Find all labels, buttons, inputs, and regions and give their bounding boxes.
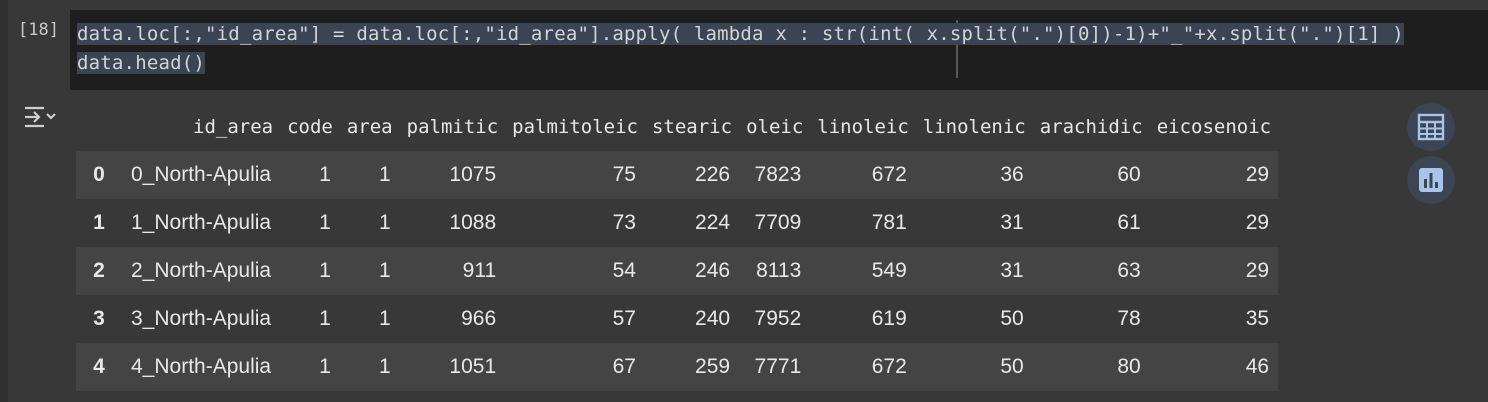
- column-header: palmitoleic: [512, 116, 638, 138]
- table-cell: 73: [505, 199, 645, 247]
- table-cell: 224: [644, 199, 740, 247]
- table-cell: 240: [644, 295, 740, 343]
- table-cell: 29: [1149, 151, 1279, 199]
- table-cell: 50: [915, 295, 1033, 343]
- table-cell: 7771: [739, 343, 811, 391]
- table-row: 4 4_North-Apulia 1 1 1051 67 259 7771 67…: [76, 343, 1279, 391]
- dataframe-table: id_area code area palmitic palmitoleic s…: [76, 103, 1279, 391]
- table-cell: 1051: [399, 343, 506, 391]
- table-cell: 672: [810, 151, 916, 199]
- table-cell: 7823: [739, 151, 811, 199]
- suggest-charts-button[interactable]: [1407, 156, 1455, 204]
- table-cell: 619: [810, 295, 916, 343]
- table-cell: 1_North-Apulia: [122, 199, 281, 247]
- table-cell: 63: [1032, 247, 1150, 295]
- table-cell: 54: [505, 247, 645, 295]
- table-cell: 1: [339, 199, 400, 247]
- table-cell: 60: [1032, 151, 1150, 199]
- table-cell: 80: [1032, 343, 1150, 391]
- table-cell: 1: [280, 295, 340, 343]
- table-cell: 1088: [399, 199, 506, 247]
- column-header: id_area: [193, 116, 274, 138]
- row-index: 3: [76, 295, 122, 343]
- table-cell: 46: [1149, 343, 1279, 391]
- table-cell: 1075: [399, 151, 506, 199]
- code-editor[interactable]: data.loc[:,"id_area"] = data.loc[:,"id_a…: [70, 10, 1488, 90]
- column-header: linoleic: [817, 116, 909, 138]
- table-cell: 0_North-Apulia: [122, 151, 281, 199]
- execution-count: [18]: [18, 20, 59, 40]
- column-header: oleic: [746, 116, 804, 138]
- table-cell: 8113: [739, 247, 811, 295]
- column-header: arachidic: [1039, 116, 1143, 138]
- code-line-2[interactable]: data.head(): [77, 52, 206, 74]
- row-index: 1: [76, 199, 122, 247]
- column-header: code: [287, 116, 333, 138]
- table-row: 3 3_North-Apulia 1 1 966 57 240 7952 619…: [76, 295, 1279, 343]
- column-header: eicosenoic: [1156, 116, 1272, 138]
- table-cell: 1: [339, 151, 400, 199]
- table-cell: 1: [339, 295, 400, 343]
- column-header: [76, 103, 122, 151]
- table-row: 2 2_North-Apulia 1 1 911 54 246 8113 549…: [76, 247, 1279, 295]
- table-cell: 57: [505, 295, 645, 343]
- table-cell: 50: [915, 343, 1033, 391]
- table-cell: 7709: [739, 199, 811, 247]
- table-cell: 1: [280, 151, 340, 199]
- table-cell: 672: [810, 343, 916, 391]
- column-header: linolenic: [922, 116, 1026, 138]
- row-index: 0: [76, 151, 122, 199]
- table-cell: 4_North-Apulia: [122, 343, 281, 391]
- cell-gutter: [0, 0, 8, 402]
- notebook-cell: [18] data.loc[:,"id_area"] = data.loc[:,…: [0, 0, 1488, 402]
- table-header-row: id_area code area palmitic palmitoleic s…: [76, 103, 1278, 151]
- column-header: stearic: [651, 116, 733, 138]
- table-cell: 259: [644, 343, 740, 391]
- table-cell: 36: [915, 151, 1033, 199]
- row-index: 2: [76, 247, 122, 295]
- table-row: 0 0_North-Apulia 1 1 1075 75 226 7823 67…: [76, 151, 1279, 199]
- table-icon: [1417, 113, 1445, 141]
- table-cell: 31: [915, 247, 1033, 295]
- table-cell: 2_North-Apulia: [122, 247, 281, 295]
- code-line-2-text: data.head(): [77, 52, 206, 74]
- table-cell: 549: [810, 247, 916, 295]
- table-cell: 1: [339, 343, 400, 391]
- table-cell: 31: [915, 199, 1033, 247]
- table-cell: 75: [505, 151, 645, 199]
- table-cell: 29: [1149, 247, 1279, 295]
- table-cell: 1: [280, 199, 340, 247]
- table-cell: 226: [644, 151, 740, 199]
- row-index: 4: [76, 343, 122, 391]
- table-cell: 67: [505, 343, 645, 391]
- table-cell: 1: [280, 343, 340, 391]
- column-header: area: [346, 116, 393, 138]
- table-cell: 7952: [739, 295, 811, 343]
- table-cell: 61: [1032, 199, 1150, 247]
- table-cell: 3_North-Apulia: [122, 295, 281, 343]
- table-row: 1 1_North-Apulia 1 1 1088 73 224 7709 78…: [76, 199, 1279, 247]
- table-cell: 1: [280, 247, 340, 295]
- table-cell: 1: [339, 247, 400, 295]
- column-header: palmitic: [406, 116, 499, 138]
- convert-to-interactive-table-button[interactable]: [1407, 103, 1455, 151]
- table-cell: 966: [399, 295, 506, 343]
- code-line-1-text: data.loc[:,"id_area"] = data.loc[:,"id_a…: [77, 23, 1404, 45]
- table-cell: 246: [644, 247, 740, 295]
- table-cell: 781: [810, 199, 916, 247]
- code-line-1[interactable]: data.loc[:,"id_area"] = data.loc[:,"id_a…: [77, 23, 1404, 45]
- bar-chart-icon: [1419, 168, 1443, 192]
- output-toggle-button[interactable]: [22, 104, 56, 130]
- table-cell: 35: [1149, 295, 1279, 343]
- table-cell: 911: [399, 247, 506, 295]
- table-cell: 29: [1149, 199, 1279, 247]
- table-cell: 78: [1032, 295, 1150, 343]
- output-collapse-icon: [25, 106, 56, 128]
